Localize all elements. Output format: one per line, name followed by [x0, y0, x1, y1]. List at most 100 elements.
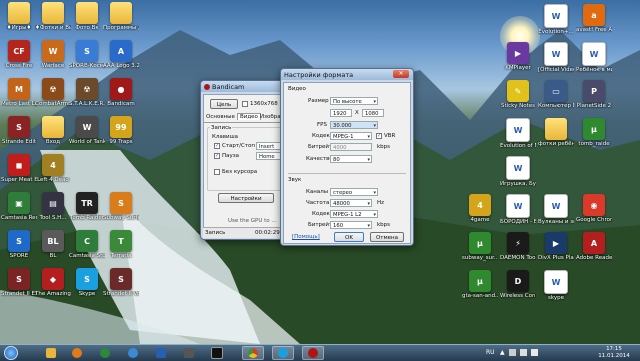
desktop-shortcut[interactable]: 4 4game: [462, 194, 498, 223]
quality-select[interactable]: 80: [330, 155, 372, 163]
desktop-shortcut[interactable]: SStrandet II Volta 7.0: [103, 268, 139, 297]
taskbar-cmd[interactable]: [206, 346, 228, 360]
desktop-shortcut[interactable]: SStrandet II Exit: [1, 268, 37, 297]
desktop-shortcut[interactable]: DWireless Connection: [500, 270, 536, 299]
size-select[interactable]: По высоте: [330, 97, 378, 105]
desktop-shortcut[interactable]: SSubway Surfers: [103, 192, 139, 221]
startstop-key-field[interactable]: Insert: [256, 142, 282, 150]
desktop-shortcut[interactable]: ✎ Sticky Notes: [500, 80, 536, 109]
flag-icon[interactable]: [530, 349, 538, 356]
nocursor-checkbox[interactable]: [214, 169, 220, 175]
desktop-shortcut[interactable]: µ gta-san-and...: [462, 270, 498, 299]
desktop-shortcut[interactable]: ☢S.T.A.L.K.E.R. Тень Черно...: [69, 78, 105, 107]
desktop-shortcut[interactable]: TR Tomb Raider: [69, 192, 105, 221]
resolution-checkbox[interactable]: [242, 101, 248, 107]
desktop-shortcut[interactable]: ◼Super Meat Boy: [1, 154, 37, 183]
desktop-shortcut[interactable]: ☢ CombatArms: [35, 78, 71, 107]
video-codec-select[interactable]: MPEG-1: [330, 132, 372, 140]
desktop-shortcut[interactable]: Фото Вк: [69, 2, 105, 31]
desktop-shortcut[interactable]: MMetro Last Light v.1.0...: [1, 78, 37, 107]
desktop-shortcut[interactable]: ▭Компьютер Главн...: [538, 80, 574, 109]
desktop-shortcut[interactable]: Wskype: [538, 270, 574, 301]
desktop-shortcut[interactable]: ◉Google Chrome: [576, 194, 612, 223]
desktop-shortcut[interactable]: ● Bandicam: [103, 78, 139, 107]
desktop-shortcut[interactable]: WИгрушка, Буря, смех...: [500, 156, 536, 187]
desktop-shortcut[interactable]: фотки ребёнок лагерь Н...: [538, 118, 574, 147]
desktop-shortcut[interactable]: P PlanetSide 2: [576, 80, 612, 109]
desktop-shortcut[interactable]: µ tomb_raide: [576, 118, 612, 147]
start-button[interactable]: [2, 346, 20, 360]
taskbar-media-center[interactable]: [94, 346, 116, 360]
taskbar-wmp[interactable]: [66, 346, 88, 360]
pause-checkbox[interactable]: ✓: [214, 153, 220, 159]
taskbar-tool[interactable]: [178, 346, 200, 360]
taskbar-ie[interactable]: [122, 346, 144, 360]
desktop-shortcut[interactable]: S Skype: [69, 268, 105, 297]
tab-video[interactable]: Видео: [237, 113, 261, 120]
desktop-shortcut[interactable]: ▶ KMPlayer: [500, 42, 536, 71]
shortcut-label: Camtasia Recorder 8: [1, 215, 37, 221]
desktop-shortcut[interactable]: BL BL: [35, 230, 71, 259]
ok-button[interactable]: OK: [334, 232, 364, 242]
desktop-shortcut[interactable]: Вход: [35, 116, 71, 145]
pause-key-field[interactable]: Home: [256, 152, 282, 160]
audio-bitrate-select[interactable]: 160: [330, 221, 372, 229]
desktop-shortcut[interactable]: ◆The Amazing Spider-Man: [35, 268, 71, 297]
desktop-shortcut[interactable]: ♦Игры♦: [1, 2, 37, 31]
desktop-shortcut[interactable]: ▶DivX Plus Player: [538, 232, 574, 261]
taskbar-word[interactable]: [150, 346, 172, 360]
help-link[interactable]: [Помощь]: [292, 234, 320, 240]
desktop-shortcut[interactable]: AAdobe Reader 9: [576, 232, 612, 261]
desktop-shortcut[interactable]: ⚡DAEMON Tools Lite: [500, 232, 536, 261]
taskbar-chrome[interactable]: [242, 346, 264, 360]
desktop-shortcut[interactable]: WВулканы и звёзды: [538, 194, 574, 225]
fps-select[interactable]: 30.000: [330, 121, 378, 129]
desktop-shortcut[interactable]: aavast! Free Antivirus: [576, 4, 612, 33]
desktop-shortcut[interactable]: W Warface: [35, 40, 71, 69]
tray-arrow-icon[interactable]: ▲: [500, 349, 505, 356]
desktop-shortcut[interactable]: ▣Camtasia Recorder 8: [1, 192, 37, 221]
desktop-shortcut[interactable]: 99 99 Traps: [103, 116, 139, 145]
spiderman-icon: ◆: [42, 268, 64, 290]
desktop-shortcut[interactable]: W World of Tanks: [69, 116, 105, 145]
desktop-shortcut[interactable]: Программы для видео: [103, 2, 139, 31]
network-icon[interactable]: [508, 349, 516, 356]
tray-lang[interactable]: RU: [486, 349, 495, 356]
desktop-shortcut[interactable]: W Evolution+...: [538, 4, 574, 35]
desktop-shortcut[interactable]: WБОРОДИН - БИТВАГИ...: [500, 194, 536, 225]
target-button[interactable]: Цель: [210, 99, 238, 109]
desktop-shortcut[interactable]: ♦Фотки и Видео♦: [35, 2, 71, 31]
desktop-shortcut[interactable]: µ subway_sur...: [462, 232, 498, 261]
desktop-shortcut[interactable]: W[Official Video] D...: [538, 42, 574, 73]
desktop-shortcut[interactable]: S Strande Edit: [1, 116, 37, 145]
desktop-shortcut[interactable]: S SPORE: [1, 230, 37, 259]
desktop-shortcut[interactable]: A AAA Logo 3.2: [103, 40, 139, 69]
channels-select[interactable]: стерео: [330, 188, 378, 196]
height-field[interactable]: 1080: [362, 109, 384, 117]
format-settings-dialog[interactable]: Настройки формата ✕ Видео Размер По высо…: [280, 68, 414, 246]
frequency-select[interactable]: 48000: [330, 199, 372, 207]
desktop-shortcut[interactable]: WEvolution of Music - Pe...: [500, 118, 536, 149]
settings-button[interactable]: Настройки: [218, 193, 274, 203]
desktop-shortcut[interactable]: T Terraria: [103, 230, 139, 259]
cancel-button[interactable]: Отмена: [370, 232, 404, 242]
video-bitrate-field[interactable]: 4000: [330, 143, 372, 151]
audio-codec-select[interactable]: MPEG-1 L2: [330, 210, 378, 218]
close-icon[interactable]: ✕: [393, 70, 409, 78]
desktop-shortcut[interactable]: SSPORE-Космич. Приключе...: [69, 40, 105, 69]
taskbar-bandicam[interactable]: [302, 346, 324, 360]
desktop-shortcut[interactable]: 4 Left 4 Dead: [35, 154, 71, 183]
tray-clock[interactable]: 17:15 11.01.2014: [596, 346, 632, 360]
desktop-shortcut[interactable]: WРебёнок в мире: [576, 42, 612, 73]
startstop-checkbox[interactable]: ✓: [214, 143, 220, 149]
tab-general[interactable]: Основные: [206, 114, 235, 120]
volume-icon[interactable]: [519, 349, 527, 356]
desktop-shortcut[interactable]: ▤ Tool S.H...: [35, 192, 71, 221]
taskbar-explorer[interactable]: [40, 346, 62, 360]
taskbar-skype[interactable]: [272, 346, 294, 360]
word-doc-icon: W: [544, 194, 568, 218]
desktop-shortcut[interactable]: CF Cross Fire: [1, 40, 37, 69]
width-field[interactable]: 1920: [330, 109, 352, 117]
vbr-checkbox[interactable]: ✓: [376, 133, 382, 139]
desktop-shortcut[interactable]: CCamtasia Studio 7: [69, 230, 105, 259]
